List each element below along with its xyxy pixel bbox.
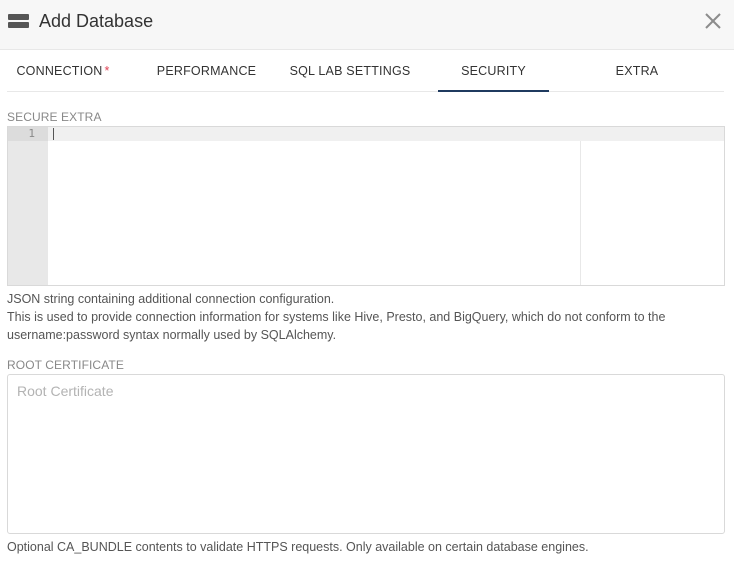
tab-extra[interactable]: EXTRA (581, 50, 693, 92)
close-icon (705, 13, 721, 29)
secure-extra-help-1: JSON string containing additional connec… (7, 292, 335, 306)
tab-label: PERFORMANCE (156, 64, 257, 78)
tab-sql-lab-settings[interactable]: SQL LAB SETTINGS (287, 50, 413, 92)
tab-bar: CONNECTION * PERFORMANCE SQL LAB SETTINGS… (7, 50, 724, 92)
secure-extra-help-2: This is used to provide connection infor… (7, 310, 666, 324)
editor-gutter (8, 127, 48, 285)
print-margin (580, 141, 581, 285)
tab-performance[interactable]: PERFORMANCE (149, 50, 264, 92)
tab-label: SQL LAB SETTINGS (289, 64, 411, 78)
tab-label: SECURITY (461, 64, 526, 78)
secure-extra-help-3: username:password syntax normally used b… (7, 328, 337, 342)
secure-extra-editor[interactable]: 1 (7, 126, 725, 286)
root-certificate-help: Optional CA_BUNDLE contents to validate … (7, 540, 589, 554)
modal-title: Add Database (39, 11, 154, 31)
required-marker: * (104, 64, 110, 78)
tab-label: EXTRA (615, 64, 659, 78)
active-line-highlight (48, 127, 724, 141)
text-cursor (53, 128, 54, 140)
secure-extra-label: SECURE EXTRA (7, 110, 102, 124)
root-certificate-input[interactable] (7, 374, 725, 534)
close-button[interactable] (703, 11, 723, 31)
modal-header: Add Database (0, 0, 734, 50)
tab-connection[interactable]: CONNECTION * (7, 50, 119, 92)
tab-label: CONNECTION (16, 64, 103, 78)
tab-security[interactable]: SECURITY (438, 50, 549, 92)
line-number: 1 (8, 127, 48, 141)
root-certificate-label: ROOT CERTIFICATE (7, 358, 124, 372)
database-icon (8, 14, 29, 29)
